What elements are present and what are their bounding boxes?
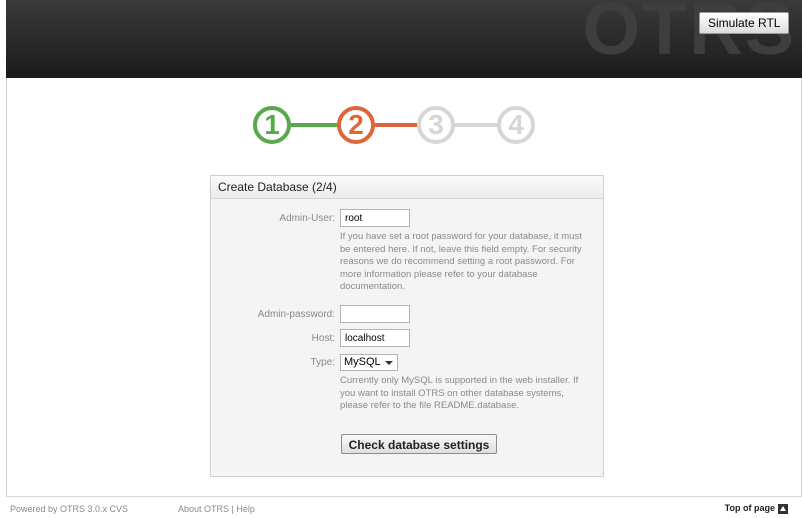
footer-links: About OTRS | Help [178,504,255,514]
step-4-pending: 4 [497,106,535,144]
admin-password-label: Admin-password: [257,309,335,320]
footer-separator: | [231,504,234,514]
chevron-down-icon [385,361,393,365]
admin-user-label: Admin-User: [279,213,335,224]
footer: Powered by OTRS 3.0.x CVS About OTRS | H… [6,496,802,518]
admin-user-input[interactable] [340,209,410,227]
step-connector-2-3 [375,123,417,127]
powered-by-text: Powered by OTRS 3.0.x CVS [10,504,129,514]
about-otrs-link[interactable]: About OTRS [178,504,229,514]
admin-password-input[interactable] [340,305,410,323]
type-select[interactable]: MySQL [340,354,398,371]
check-database-settings-button[interactable]: Check database settings [341,434,497,454]
type-select-value: MySQL [344,356,381,368]
step-connector-3-4 [455,123,497,127]
top-of-page-link[interactable]: Top of page [725,503,788,514]
top-of-page-label: Top of page [724,503,775,513]
type-label: Type: [310,357,335,368]
step-1-done: 1 [253,106,291,144]
step-3-pending: 3 [417,106,455,144]
panel-title: Create Database (2/4) [211,176,603,199]
help-link[interactable]: Help [236,504,255,514]
type-help: Currently only MySQL is supported in the… [340,375,579,411]
admin-user-help: If you have set a root password for your… [340,231,582,292]
step-2-current: 2 [337,106,375,144]
host-label: Host: [311,333,335,344]
header-bar: OTRS Simulate RTL [6,0,802,78]
step-connector-1-2 [291,123,337,127]
installer-steps: 1 2 3 4 [253,106,553,154]
host-input[interactable] [340,329,410,347]
otrs-logo: OTRS [582,0,796,70]
create-database-panel: Create Database (2/4) Admin-User: If you… [210,175,604,477]
arrow-up-icon [778,503,788,514]
simulate-rtl-button[interactable]: Simulate RTL [699,12,790,34]
